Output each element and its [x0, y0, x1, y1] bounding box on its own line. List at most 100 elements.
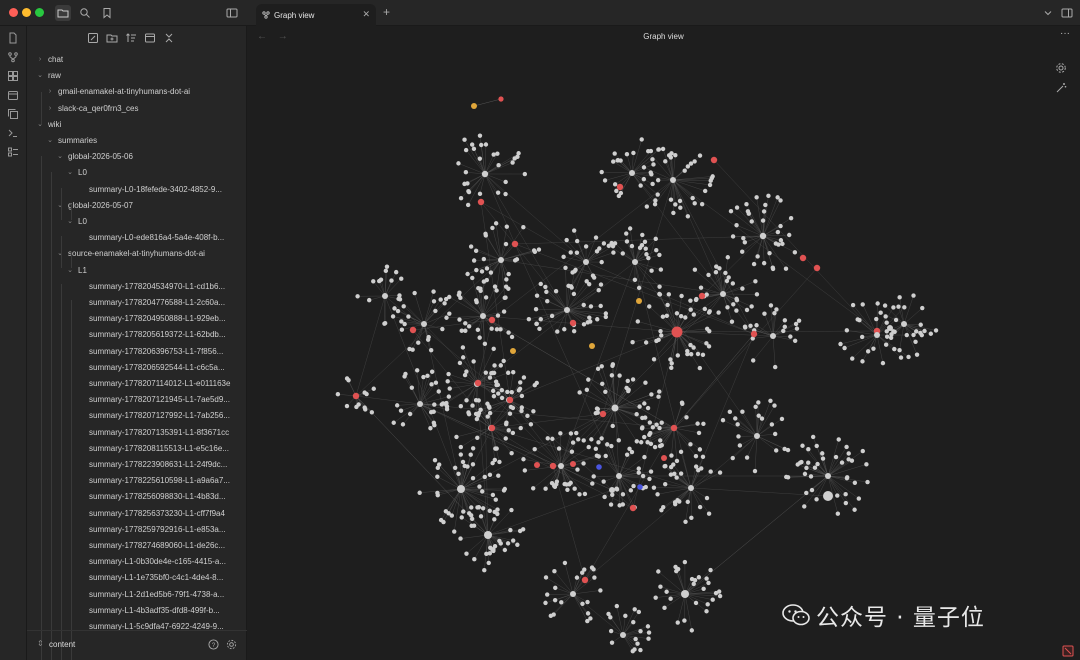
- folder-item[interactable]: ⌄ raw: [27, 68, 237, 84]
- sync-status-icon[interactable]: [1062, 645, 1074, 657]
- chevron-right-icon[interactable]: ›: [46, 101, 54, 117]
- tree-item-label: summary-1778207135391-L1-8f3671cc: [89, 427, 230, 437]
- graph-canvas[interactable]: [247, 50, 1080, 660]
- folder-item[interactable]: ⌄ wiki: [27, 117, 237, 133]
- help-icon[interactable]: ?: [208, 639, 219, 652]
- file-item[interactable]: summary-1778204534970-L1-cd1b6...: [27, 279, 237, 295]
- file-item[interactable]: summary-1778205619372-L1-62bdb...: [27, 327, 237, 343]
- graph-node: [933, 328, 939, 333]
- chevron-down-icon[interactable]: ⌄: [36, 68, 44, 84]
- file-item[interactable]: summary-1778259792916-L1-e853a...: [27, 522, 237, 538]
- chevron-down-icon[interactable]: ⌄: [36, 117, 44, 133]
- file-item[interactable]: summary-L0-ede816a4-5a4e-408f-b...: [27, 230, 237, 246]
- file-item[interactable]: summary-1778207121945-L1-7ae5d9...: [27, 392, 237, 408]
- file-item[interactable]: summary-1778274689060-L1-de26c...: [27, 538, 237, 554]
- file-item[interactable]: summary-1778256098830-L1-4b83d...: [27, 489, 237, 505]
- file-icon[interactable]: [7, 32, 19, 44]
- file-item[interactable]: summary-L1-2d1ed5b6-79f1-4738-a...: [27, 587, 237, 603]
- chevron-down-icon[interactable]: ⌄: [56, 149, 64, 165]
- file-item[interactable]: summary-L1-1e735bf0-c4c1-4de4-8...: [27, 570, 237, 586]
- graph-node: [782, 318, 788, 323]
- file-item[interactable]: summary-1778204776588-L1-2c60a...: [27, 295, 237, 311]
- chevron-down-icon[interactable]: [1040, 5, 1056, 21]
- chevron-down-icon[interactable]: ⌄: [66, 165, 74, 181]
- close-icon[interactable]: ✕: [362, 9, 370, 20]
- folder-item[interactable]: ⌄ global-2026-05-06: [27, 149, 237, 165]
- folder-item[interactable]: ⌄ L1: [27, 263, 237, 279]
- new-folder-icon[interactable]: [106, 32, 118, 44]
- tree-guide-line: [61, 188, 62, 220]
- close-window-button[interactable]: [9, 8, 18, 17]
- chevron-down-icon[interactable]: ⌄: [66, 263, 74, 279]
- graph-node: [476, 505, 482, 510]
- graph-node: [643, 484, 648, 490]
- graph-node: [568, 431, 574, 436]
- folder-item[interactable]: › chat: [27, 52, 237, 68]
- new-tab-button[interactable]: +: [383, 6, 390, 18]
- folder-item[interactable]: ⌄ L0: [27, 165, 237, 181]
- file-item[interactable]: summary-1778225610598-L1-a9a6a7...: [27, 473, 237, 489]
- chevron-right-icon[interactable]: ›: [36, 52, 44, 68]
- chevron-right-icon[interactable]: ›: [46, 84, 54, 100]
- collapse-icon[interactable]: [144, 32, 156, 44]
- graph-node: [642, 239, 648, 244]
- search-icon[interactable]: [77, 5, 93, 21]
- grid-icon[interactable]: [7, 70, 19, 82]
- folder-item[interactable]: ⌄ summaries: [27, 133, 237, 149]
- minimize-window-button[interactable]: [22, 8, 31, 17]
- file-item[interactable]: summary-1778223908631-L1-24f9dc...: [27, 457, 237, 473]
- graph-node: [896, 304, 901, 309]
- right-sidebar-toggle-icon[interactable]: [1059, 5, 1075, 21]
- graph-node: [417, 490, 422, 495]
- more-options-icon[interactable]: ···: [1060, 28, 1070, 39]
- folder-item[interactable]: ⌄ source-enamakel-at-tinyhumans-dot-ai: [27, 246, 237, 262]
- calendar-icon[interactable]: [7, 89, 19, 101]
- terminal-icon[interactable]: [7, 127, 19, 139]
- copy-icon[interactable]: [7, 108, 19, 120]
- graph-node: [431, 409, 436, 414]
- bookmark-icon[interactable]: [99, 5, 115, 21]
- chevron-down-icon[interactable]: ⌄: [56, 246, 64, 262]
- chevron-down-icon[interactable]: ⌄: [66, 214, 74, 230]
- graph-node: [662, 605, 667, 611]
- graph-node: [433, 308, 438, 314]
- sidebar-toggle-icon[interactable]: [224, 5, 240, 21]
- graph-node: [649, 392, 654, 397]
- vault-switcher[interactable]: ⇕ content ?: [27, 630, 247, 660]
- git-branch-icon[interactable]: [7, 51, 19, 63]
- graph-hub-node: [570, 591, 576, 597]
- file-item[interactable]: summary-1778256373230-L1-cff7f9a4: [27, 506, 237, 522]
- chevron-down-icon[interactable]: ⌄: [56, 198, 64, 214]
- graph-edge: [508, 331, 678, 401]
- file-item[interactable]: summary-L0-18fefede-3402-4852-9...: [27, 182, 237, 198]
- folder-item[interactable]: › gmail-enamakel-at-tinyhumans-dot-ai: [27, 84, 237, 100]
- graph-node: [452, 529, 457, 534]
- file-item[interactable]: summary-L1-0b30de4e-c165-4415-a...: [27, 554, 237, 570]
- file-item[interactable]: summary-1778208115513-L1-e5c16e...: [27, 441, 237, 457]
- graph-node: [551, 612, 556, 617]
- collapse-all-icon[interactable]: [163, 32, 175, 44]
- file-item[interactable]: summary-1778204950888-L1-929eb...: [27, 311, 237, 327]
- zoom-window-button[interactable]: [35, 8, 44, 17]
- tab-graph-view[interactable]: Graph view ✕: [256, 4, 376, 26]
- folder-item[interactable]: › slack-ca_qer0frn3_ces: [27, 101, 237, 117]
- chevron-down-icon[interactable]: ⌄: [46, 133, 54, 149]
- folder-item[interactable]: ⌄ global-2026-05-07: [27, 198, 237, 214]
- graph-node: [543, 284, 548, 290]
- folder-item[interactable]: ⌄ L0: [27, 214, 237, 230]
- list-icon[interactable]: [7, 146, 19, 158]
- graph-node: [537, 326, 542, 332]
- file-item[interactable]: summary-1778206592544-L1-c6c5a...: [27, 360, 237, 376]
- graph-node: [384, 264, 390, 269]
- new-note-icon[interactable]: [87, 32, 99, 44]
- file-item[interactable]: summary-L1-4b3adf35-dfd8-499f-b...: [27, 603, 237, 619]
- folder-icon[interactable]: [55, 5, 71, 21]
- sort-icon[interactable]: [125, 32, 137, 44]
- file-item[interactable]: summary-1778207135391-L1-8f3671cc: [27, 425, 237, 441]
- graph-node: [666, 292, 672, 297]
- file-item[interactable]: summary-1778207114012-L1-e011163e: [27, 376, 237, 392]
- file-item[interactable]: summary-1778207127992-L1-7ab256...: [27, 408, 237, 424]
- graph-node: [688, 307, 693, 312]
- gear-icon[interactable]: [226, 639, 237, 652]
- file-item[interactable]: summary-1778206396753-L1-7f856...: [27, 344, 237, 360]
